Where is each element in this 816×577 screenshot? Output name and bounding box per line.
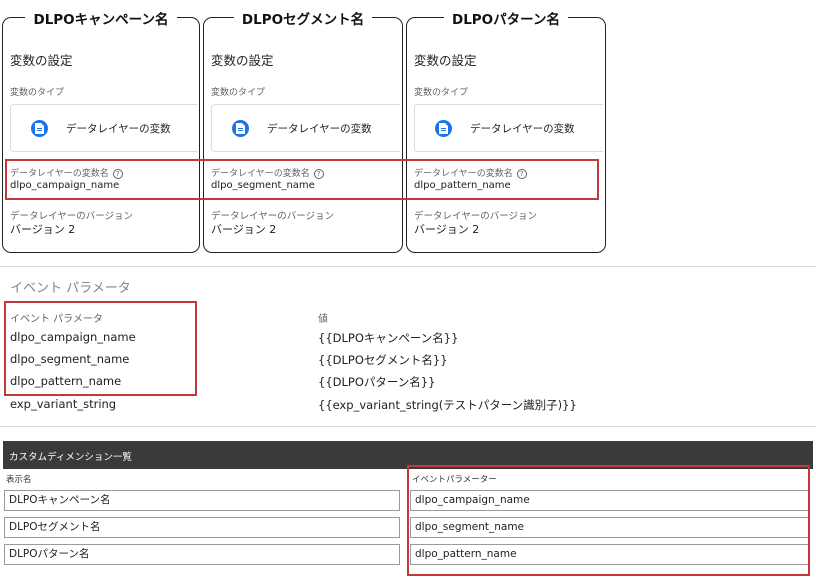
document-icon [435, 120, 452, 137]
display-name-field[interactable]: DLPOセグメント名 [4, 517, 400, 538]
col-display-name: 表示名 [6, 475, 32, 485]
variable-card-segment: DLPOセグメント名 変数の設定 変数のタイプ データレイヤーの変数 データレイ… [203, 12, 403, 253]
var-type-label: 変数のタイプ [414, 88, 469, 98]
version-value: バージョン 2 [414, 223, 480, 236]
event-param-name: exp_variant_string [10, 397, 117, 411]
version-label: データレイヤーのバージョン [414, 211, 538, 222]
section-title: 変数の設定 [211, 53, 274, 68]
var-type-value: データレイヤーの変数 [66, 123, 171, 135]
var-type-selector[interactable]: データレイヤーの変数 [10, 104, 197, 152]
event-param-value: {{exp_variant_string(テストパターン識別子)}} [318, 398, 577, 412]
divider [0, 266, 816, 267]
highlight-box-variable-names [5, 159, 599, 200]
card-title: DLPOセグメント名 [233, 12, 373, 28]
highlight-box-event-params [4, 301, 197, 396]
var-type-label: 変数のタイプ [10, 88, 65, 98]
document-icon [31, 120, 48, 137]
card-title: DLPOキャンペーン名 [25, 12, 177, 28]
display-name-field[interactable]: DLPOキャンペーン名 [4, 490, 400, 511]
variable-card-campaign: DLPOキャンペーン名 変数の設定 変数のタイプ データレイヤーの変数 データレ… [2, 12, 200, 253]
version-label: データレイヤーのバージョン [10, 211, 134, 222]
version-value: バージョン 2 [211, 223, 277, 236]
event-params-col-value: 値 [318, 314, 328, 325]
document-icon [232, 120, 249, 137]
variable-card-pattern: DLPOパターン名 変数の設定 変数のタイプ データレイヤーの変数 データレイヤ… [406, 12, 606, 253]
divider [0, 426, 816, 427]
card-title: DLPOパターン名 [443, 12, 568, 28]
version-value: バージョン 2 [10, 223, 76, 236]
highlight-box-custom-dimensions [407, 465, 810, 576]
custom-dimensions-title: カスタムディメンション一覧 [9, 452, 132, 463]
var-type-label: 変数のタイプ [211, 88, 266, 98]
var-type-value: データレイヤーの変数 [267, 123, 372, 135]
event-param-value: {{DLPOキャンペーン名}} [318, 331, 459, 345]
section-title: 変数の設定 [414, 53, 477, 68]
event-param-value: {{DLPOセグメント名}} [318, 353, 448, 367]
var-type-value: データレイヤーの変数 [470, 123, 575, 135]
var-type-selector[interactable]: データレイヤーの変数 [414, 104, 603, 152]
event-params-title: イベント パラメータ [10, 281, 131, 296]
var-type-selector[interactable]: データレイヤーの変数 [211, 104, 400, 152]
event-param-value: {{DLPOパターン名}} [318, 375, 436, 389]
section-title: 変数の設定 [10, 53, 73, 68]
version-label: データレイヤーのバージョン [211, 211, 335, 222]
display-name-field[interactable]: DLPOパターン名 [4, 544, 400, 565]
